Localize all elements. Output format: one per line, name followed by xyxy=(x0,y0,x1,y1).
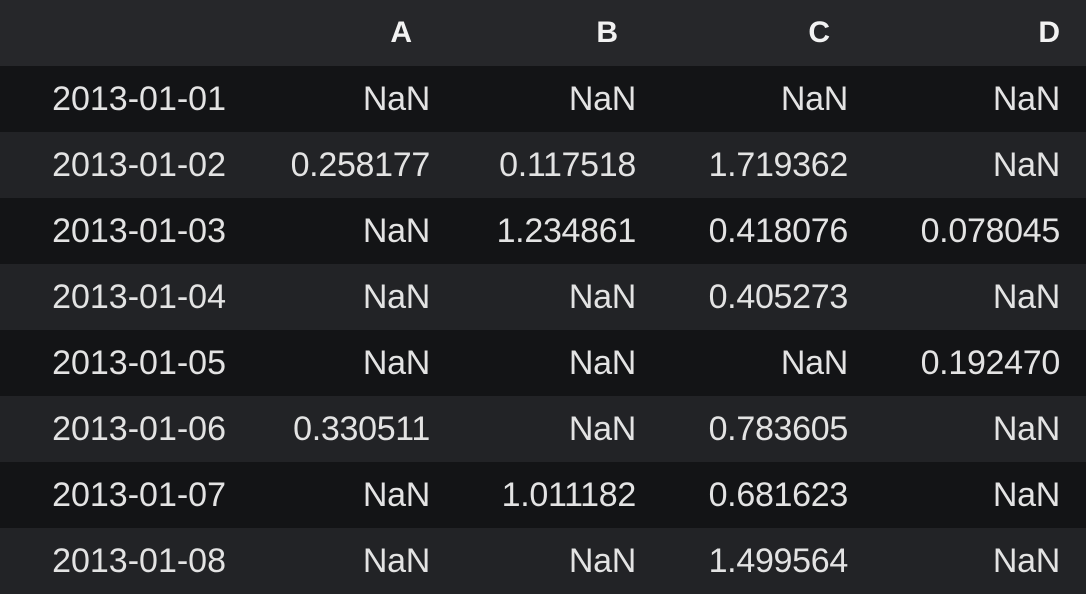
cell-d: 0.078045 xyxy=(920,211,1061,250)
cell-c: NaN xyxy=(780,343,848,382)
cell-c: 1.499564 xyxy=(708,541,849,580)
cell-b: NaN xyxy=(568,409,636,448)
cell-a: NaN xyxy=(362,79,430,118)
cell-b: 1.234861 xyxy=(496,211,637,250)
table-row: 2013-01-07 NaN 1.011182 0.681623 NaN xyxy=(0,462,1086,528)
index-header xyxy=(0,0,240,66)
row-index: 2013-01-02 xyxy=(52,145,226,184)
cell-d: NaN xyxy=(992,277,1060,316)
dataframe-table: A B C D 2013-01-01 NaN NaN NaN NaN 2013-… xyxy=(0,0,1086,594)
row-index: 2013-01-03 xyxy=(52,211,226,250)
column-header-a: A xyxy=(390,16,412,49)
cell-a: NaN xyxy=(362,541,430,580)
cell-c: 0.405273 xyxy=(708,277,849,316)
cell-c: 0.681623 xyxy=(708,475,849,514)
cell-d: NaN xyxy=(992,541,1060,580)
table-row: 2013-01-01 NaN NaN NaN NaN xyxy=(0,66,1086,132)
cell-b: 0.117518 xyxy=(499,145,636,184)
cell-d: 0.192470 xyxy=(920,343,1061,382)
table-body: 2013-01-01 NaN NaN NaN NaN 2013-01-02 0.… xyxy=(0,66,1086,594)
column-header-b: B xyxy=(596,16,618,49)
dataframe-output: A B C D 2013-01-01 NaN NaN NaN NaN 2013-… xyxy=(0,0,1086,594)
cell-d: NaN xyxy=(992,145,1060,184)
cell-b: NaN xyxy=(568,541,636,580)
table-row: 2013-01-03 NaN 1.234861 0.418076 0.07804… xyxy=(0,198,1086,264)
cell-c: NaN xyxy=(780,79,848,118)
row-index: 2013-01-01 xyxy=(52,79,226,118)
row-index: 2013-01-08 xyxy=(52,541,226,580)
table-row: 2013-01-08 NaN NaN 1.499564 NaN xyxy=(0,528,1086,594)
row-index: 2013-01-05 xyxy=(52,343,226,382)
cell-d: NaN xyxy=(992,79,1060,118)
cell-a: NaN xyxy=(362,475,430,514)
row-index: 2013-01-06 xyxy=(52,409,226,448)
cell-c: 0.783605 xyxy=(708,409,849,448)
row-index: 2013-01-07 xyxy=(52,475,226,514)
cell-b: NaN xyxy=(568,79,636,118)
table-header: A B C D xyxy=(0,0,1086,66)
cell-a: NaN xyxy=(362,343,430,382)
cell-c: 1.719362 xyxy=(708,145,849,184)
cell-c: 0.418076 xyxy=(708,211,849,250)
cell-b: 1.011182 xyxy=(501,475,637,514)
cell-a: 0.330511 xyxy=(293,409,430,448)
cell-b: NaN xyxy=(568,343,636,382)
table-row: 2013-01-06 0.330511 NaN 0.783605 NaN xyxy=(0,396,1086,462)
cell-d: NaN xyxy=(992,409,1060,448)
table-row: 2013-01-02 0.258177 0.117518 1.719362 Na… xyxy=(0,132,1086,198)
cell-a: NaN xyxy=(362,211,430,250)
cell-a: NaN xyxy=(362,277,430,316)
column-header-d: D xyxy=(1038,16,1060,49)
table-row: 2013-01-05 NaN NaN NaN 0.192470 xyxy=(0,330,1086,396)
row-index: 2013-01-04 xyxy=(52,277,226,316)
cell-a: 0.258177 xyxy=(290,145,431,184)
table-row: 2013-01-04 NaN NaN 0.405273 NaN xyxy=(0,264,1086,330)
cell-b: NaN xyxy=(568,277,636,316)
header-row: A B C D xyxy=(0,0,1086,66)
column-header-c: C xyxy=(808,16,830,49)
cell-d: NaN xyxy=(992,475,1060,514)
